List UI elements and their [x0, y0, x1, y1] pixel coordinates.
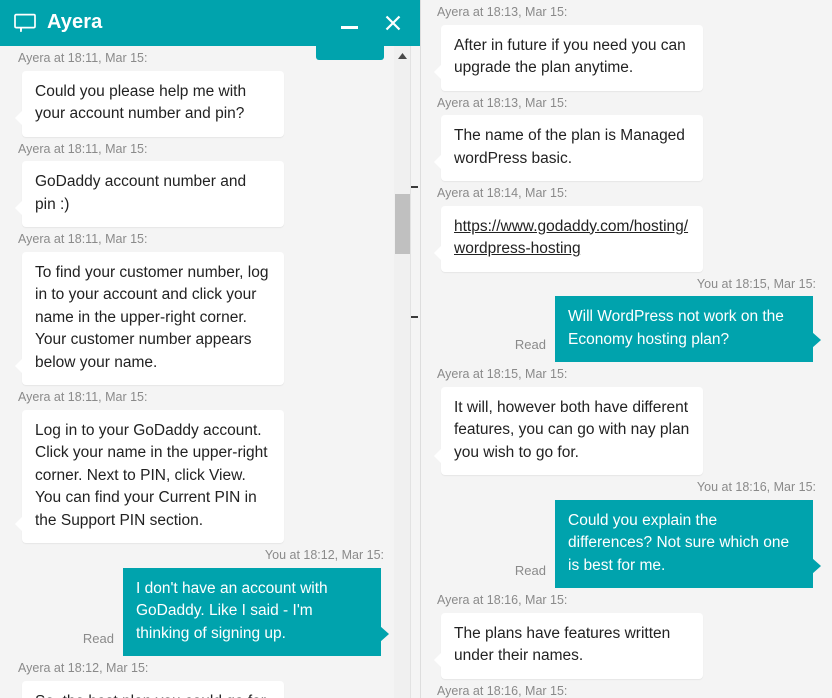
message-group: Ayera at 18:11, Mar 15: GoDaddy account n…	[14, 137, 390, 228]
message-row: Could you please help me with your accou…	[14, 70, 390, 137]
message-timestamp: You at 18:15, Mar 15:	[696, 276, 816, 291]
message-timestamp: Ayera at 18:13, Mar 15:	[437, 5, 568, 19]
message-group: You at 18:15, Mar 15: Read Will WordPress …	[433, 272, 822, 363]
message-row: The plans have features written under th…	[433, 612, 822, 679]
incoming-message-bubble: So, the best plan you could go for is th…	[22, 680, 284, 698]
message-group: Ayera at 18:16, Mar 15:when you scroll d…	[433, 679, 822, 698]
read-receipt-label: Read	[514, 563, 546, 579]
minimize-icon	[340, 25, 358, 29]
message-row: It will, however both have different fea…	[433, 386, 822, 476]
message-group: Ayera at 18:14, Mar 15: https://www.godad…	[433, 181, 822, 272]
scrollbar-tick-upper	[411, 186, 418, 188]
message-row: The name of the plan is Managed wordPres…	[433, 115, 822, 182]
message-text: I don't have an account with GoDaddy. Li…	[136, 579, 328, 642]
message-text: So, the best plan you could go for is th…	[35, 693, 266, 698]
message-timestamp: You at 18:16, Mar 15:	[696, 480, 816, 495]
message-group: Ayera at 18:11, Mar 15: To find your cust…	[14, 227, 390, 386]
message-text: To find your customer number, log in to …	[35, 263, 269, 371]
scrollbar-thumb[interactable]	[395, 194, 410, 254]
message-row: GoDaddy account number and pin :)	[14, 161, 390, 228]
message-text: The plans have features written under th…	[454, 624, 671, 665]
message-timestamp: Ayera at 18:13, Mar 15:	[437, 95, 568, 110]
outgoing-message-bubble: I don't have an account with GoDaddy. Li…	[123, 567, 389, 657]
message-group: Ayera at 18:13, Mar 15: After in future i…	[433, 0, 822, 91]
message-row: Read Could you explain the differences? N…	[433, 499, 822, 589]
message-text: Could you explain the differences? Not s…	[568, 511, 790, 574]
message-link[interactable]: https://www.godaddy.com/hosting/wordpres…	[454, 218, 688, 257]
close-button[interactable]	[376, 3, 410, 43]
chat-scrollbar[interactable]	[394, 46, 418, 698]
message-text: Log in to your GoDaddy account. Click yo…	[35, 421, 268, 529]
message-list-left: Ayera at 18:11, Mar 15: Could you please …	[0, 46, 404, 698]
message-group: You at 18:12, Mar 15: Read I don't have an…	[14, 543, 390, 657]
incoming-message-bubble: The plans have features written under th…	[434, 612, 703, 679]
message-text: Could you please help me with your accou…	[35, 82, 247, 123]
incoming-message-bubble: Log in to your GoDaddy account. Click yo…	[15, 409, 284, 544]
message-timestamp: You at 18:12, Mar 15:	[264, 548, 384, 563]
message-group: Ayera at 18:12, Mar 15: So, the best plan…	[14, 656, 390, 698]
message-row: Log in to your GoDaddy account. Click yo…	[14, 409, 390, 544]
partial-outgoing-bubble	[316, 46, 384, 60]
minimize-button[interactable]	[332, 3, 366, 43]
read-receipt-label: Read	[82, 631, 114, 647]
message-row: https://www.godaddy.com/hosting/wordpres…	[433, 205, 822, 272]
message-timestamp: Ayera at 18:11, Mar 15:	[18, 141, 148, 156]
message-timestamp: Ayera at 18:14, Mar 15:	[437, 186, 568, 201]
close-icon	[385, 15, 401, 31]
message-timestamp: Ayera at 18:15, Mar 15:	[437, 367, 568, 382]
message-timestamp: Ayera at 18:16, Mar 15:	[437, 683, 568, 698]
incoming-message-bubble: https://www.godaddy.com/hosting/wordpres…	[434, 205, 703, 272]
incoming-message-bubble: To find your customer number, log in to …	[15, 251, 284, 386]
message-list-right: Ayera at 18:13, Mar 15: After in future i…	[421, 0, 832, 698]
incoming-message-bubble: It will, however both have different fea…	[434, 386, 703, 476]
message-group: You at 18:16, Mar 15: Read Could you expla…	[433, 475, 822, 589]
incoming-message-bubble: The name of the plan is Managed wordPres…	[434, 115, 703, 182]
speech-bubble-icon	[14, 12, 36, 34]
scroll-up-arrow-icon[interactable]	[394, 48, 411, 64]
message-group: Ayera at 18:13, Mar 15: The name of the p…	[433, 91, 822, 182]
chat-window: Ayera Ayera at 18:11, Mar 15: Could you p…	[0, 0, 832, 698]
read-receipt-label: Read	[514, 337, 546, 353]
message-group: Ayera at 18:11, Mar 15: Log in to your Go…	[14, 385, 390, 544]
message-text: Will WordPress not work on the Economy h…	[568, 308, 784, 348]
message-timestamp: Ayera at 18:16, Mar 15:	[437, 593, 568, 608]
message-row: So, the best plan you could go for is th…	[14, 680, 390, 698]
message-text: GoDaddy account number and pin :)	[35, 173, 247, 213]
message-timestamp: Ayera at 18:11, Mar 15:	[18, 232, 148, 247]
chat-panel-left: Ayera Ayera at 18:11, Mar 15: Could you p…	[0, 0, 420, 698]
message-text: It will, however both have different fea…	[454, 398, 690, 461]
scrollbar-tick-lower	[411, 316, 418, 318]
message-row: Read I don't have an account with GoDaddy…	[14, 567, 390, 657]
outgoing-message-bubble: Could you explain the differences? Not s…	[555, 499, 821, 589]
message-row: To find your customer number, log in to …	[14, 251, 390, 386]
message-row: After in future if you need you can upgr…	[433, 24, 822, 91]
chat-title-bar: Ayera	[0, 0, 420, 46]
outgoing-message-bubble: Will WordPress not work on the Economy h…	[555, 296, 821, 363]
message-group: Ayera at 18:16, Mar 15: The plans have fe…	[433, 588, 822, 679]
message-text: After in future if you need you can upgr…	[454, 36, 686, 77]
message-text: The name of the plan is Managed wordPres…	[454, 127, 685, 167]
incoming-message-bubble: After in future if you need you can upgr…	[434, 24, 703, 91]
chat-title: Ayera	[47, 11, 103, 33]
incoming-message-bubble: Could you please help me with your accou…	[15, 70, 284, 137]
scrollbar-track	[410, 46, 411, 698]
chat-panel-right: Ayera at 18:13, Mar 15: After in future i…	[420, 0, 832, 698]
message-timestamp: Ayera at 18:12, Mar 15:	[18, 661, 149, 676]
message-timestamp: Ayera at 18:11, Mar 15:	[18, 390, 148, 405]
incoming-message-bubble: GoDaddy account number and pin :)	[15, 161, 284, 228]
message-row: Read Will WordPress not work on the Econo…	[433, 296, 822, 363]
message-group: Ayera at 18:15, Mar 15: It will, however …	[433, 362, 822, 476]
